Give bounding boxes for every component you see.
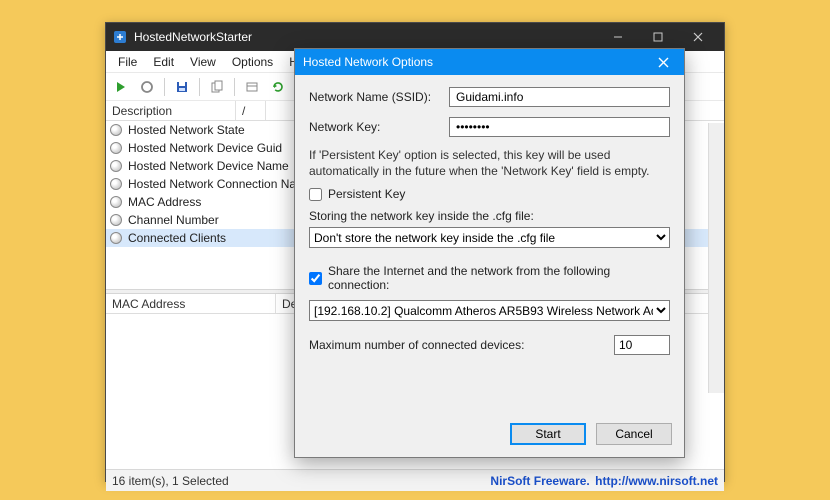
list-item-label: MAC Address bbox=[128, 195, 201, 209]
col-divider[interactable]: / bbox=[236, 101, 266, 120]
adapter-select[interactable]: [192.168.10.2] Qualcomm Atheros AR5B93 W… bbox=[309, 300, 670, 321]
list-item-label: Hosted Network State bbox=[128, 123, 245, 137]
bullet-icon bbox=[110, 214, 122, 226]
menu-view[interactable]: View bbox=[182, 53, 224, 71]
max-input[interactable] bbox=[614, 335, 670, 355]
max-label: Maximum number of connected devices: bbox=[309, 338, 614, 352]
bullet-icon bbox=[110, 160, 122, 172]
persistent-hint: If 'Persistent Key' option is selected, … bbox=[309, 147, 670, 179]
ssid-input[interactable] bbox=[449, 87, 670, 107]
minimize-button[interactable] bbox=[598, 23, 638, 51]
bullet-icon bbox=[110, 196, 122, 208]
persistent-checkbox[interactable] bbox=[309, 188, 322, 201]
share-checkbox[interactable] bbox=[309, 272, 322, 285]
titlebar[interactable]: HostedNetworkStarter bbox=[106, 23, 724, 51]
toolbar-separator bbox=[164, 78, 165, 96]
list-item-label: Hosted Network Device Name bbox=[128, 159, 289, 173]
play-button[interactable] bbox=[110, 76, 132, 98]
persistent-label[interactable]: Persistent Key bbox=[328, 187, 405, 201]
options-dialog: Hosted Network Options Network Name (SSI… bbox=[294, 48, 685, 458]
bullet-icon bbox=[110, 232, 122, 244]
scrollbar[interactable] bbox=[708, 123, 724, 393]
maximize-button[interactable] bbox=[638, 23, 678, 51]
app-title: HostedNetworkStarter bbox=[134, 30, 598, 44]
list-item-label: Channel Number bbox=[128, 213, 219, 227]
start-button[interactable]: Start bbox=[510, 423, 586, 445]
bullet-icon bbox=[110, 142, 122, 154]
store-select[interactable]: Don't store the network key inside the .… bbox=[309, 227, 670, 248]
cancel-button[interactable]: Cancel bbox=[596, 423, 672, 445]
dialog-close-button[interactable] bbox=[650, 52, 676, 72]
toolbar-separator bbox=[234, 78, 235, 96]
dialog-title: Hosted Network Options bbox=[303, 55, 650, 69]
col-description[interactable]: Description bbox=[106, 101, 236, 120]
store-label: Storing the network key inside the .cfg … bbox=[309, 209, 670, 223]
list-item-label: Hosted Network Device Guid bbox=[128, 141, 282, 155]
list-item-label: Connected Clients bbox=[128, 231, 226, 245]
status-brand: NirSoft Freeware. bbox=[490, 474, 589, 488]
status-link[interactable]: http://www.nirsoft.net bbox=[595, 474, 718, 488]
key-label: Network Key: bbox=[309, 120, 449, 134]
ssid-label: Network Name (SSID): bbox=[309, 90, 449, 104]
menu-edit[interactable]: Edit bbox=[145, 53, 182, 71]
toolbar-separator bbox=[199, 78, 200, 96]
properties-button[interactable] bbox=[241, 76, 263, 98]
key-input[interactable] bbox=[449, 117, 670, 137]
status-text: 16 item(s), 1 Selected bbox=[112, 474, 490, 488]
refresh-button[interactable] bbox=[267, 76, 289, 98]
dialog-body: Network Name (SSID): Network Key: If 'Pe… bbox=[295, 75, 684, 365]
list-item-label: Hosted Network Connection Name bbox=[128, 177, 313, 191]
close-button[interactable] bbox=[678, 23, 718, 51]
stop-button[interactable] bbox=[136, 76, 158, 98]
bullet-icon bbox=[110, 124, 122, 136]
app-icon bbox=[112, 29, 128, 45]
statusbar: 16 item(s), 1 Selected NirSoft Freeware.… bbox=[106, 469, 724, 491]
menu-options[interactable]: Options bbox=[224, 53, 281, 71]
bullet-icon bbox=[110, 178, 122, 190]
col-mac[interactable]: MAC Address bbox=[106, 294, 276, 313]
share-label[interactable]: Share the Internet and the network from … bbox=[328, 264, 670, 292]
menu-file[interactable]: File bbox=[110, 53, 145, 71]
save-button[interactable] bbox=[171, 76, 193, 98]
copy-button[interactable] bbox=[206, 76, 228, 98]
dialog-titlebar[interactable]: Hosted Network Options bbox=[295, 49, 684, 75]
